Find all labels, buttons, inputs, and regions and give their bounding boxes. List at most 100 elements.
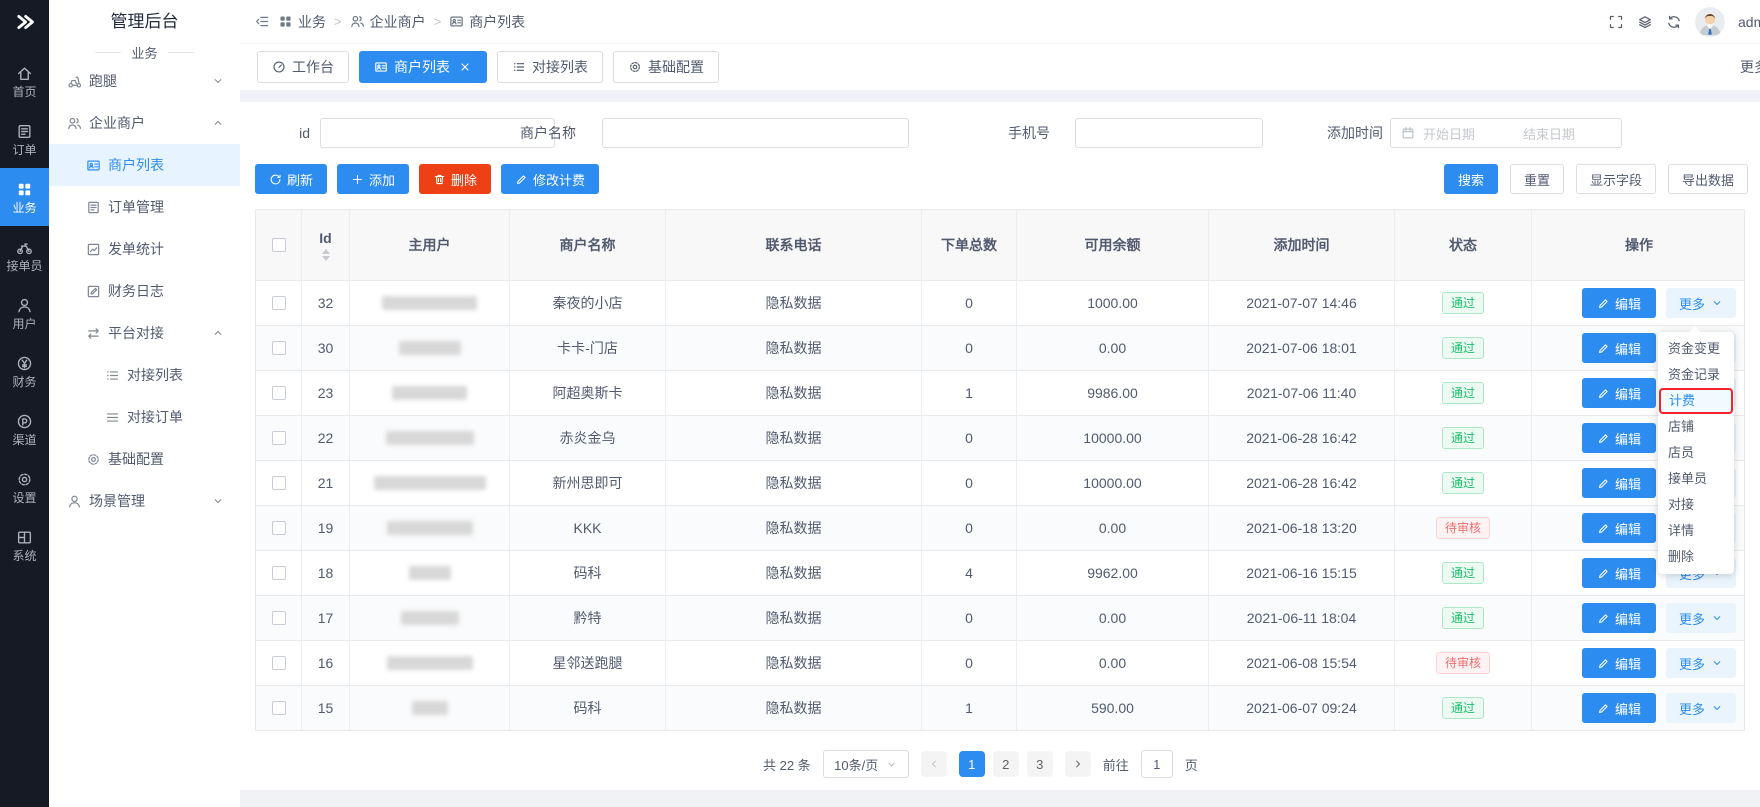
page-button-1[interactable]: 1: [959, 751, 985, 777]
page-button-2[interactable]: 2: [993, 751, 1019, 777]
col-header-id[interactable]: Id: [302, 210, 350, 280]
rail-item-channel[interactable]: 渠道: [0, 400, 49, 458]
sidebar-item-connect-orders[interactable]: 对接订单: [49, 396, 240, 438]
rail-item-settings[interactable]: 设置: [0, 458, 49, 516]
col-header: 联系电话: [666, 210, 922, 280]
row-checkbox[interactable]: [272, 566, 286, 580]
app-logo[interactable]: [0, 0, 49, 44]
sidebar-item-basic-config[interactable]: 基础配置: [49, 438, 240, 480]
modify-billing-button[interactable]: 修改计费: [501, 164, 599, 194]
sort-carets[interactable]: [322, 249, 330, 261]
sidebar-item-scene-management[interactable]: 场景管理: [49, 480, 240, 522]
edit-button[interactable]: 编辑: [1582, 648, 1656, 678]
edit-button[interactable]: 编辑: [1582, 513, 1656, 543]
dropdown-item-connect[interactable]: 对接: [1658, 492, 1734, 518]
add-button[interactable]: 添加: [337, 164, 409, 194]
row-checkbox[interactable]: [272, 611, 286, 625]
edit-button[interactable]: 编辑: [1582, 288, 1656, 318]
merchant-filter-input[interactable]: [602, 118, 909, 148]
row-checkbox[interactable]: [272, 341, 286, 355]
edit-button[interactable]: 编辑: [1582, 468, 1656, 498]
refresh-button[interactable]: 刷新: [255, 164, 327, 194]
breadcrumb-business[interactable]: 业务: [278, 12, 326, 32]
dropdown-item-billing[interactable]: 计费: [1659, 388, 1733, 414]
sidebar-item-platform-connect[interactable]: 平台对接: [49, 312, 240, 354]
edit-button[interactable]: 编辑: [1582, 378, 1656, 408]
dropdown-item-clerk[interactable]: 店员: [1658, 440, 1734, 466]
start-date-placeholder: 开始日期: [1423, 124, 1475, 143]
breadcrumb-label: 商户列表: [469, 12, 525, 32]
more-button[interactable]: 更多: [1666, 288, 1736, 318]
collapse-sidebar-icon[interactable]: [255, 14, 270, 29]
breadcrumb-enterprise-merchant[interactable]: 企业商户: [350, 12, 426, 32]
chevron-down-icon: [886, 759, 897, 770]
tabs-more-button[interactable]: 更多: [1740, 57, 1760, 77]
row-checkbox[interactable]: [272, 656, 286, 670]
rail-item-users[interactable]: 用户: [0, 284, 49, 342]
sidebar-item-order-management[interactable]: 订单管理: [49, 186, 240, 228]
avatar[interactable]: [1695, 7, 1725, 37]
breadcrumb-merchant-list[interactable]: 商户列表: [449, 12, 525, 32]
rail-item-system[interactable]: 系统: [0, 516, 49, 574]
dropdown-item-courier[interactable]: 接单员: [1658, 466, 1734, 492]
row-checkbox[interactable]: [272, 296, 286, 310]
edit-button[interactable]: 编辑: [1582, 558, 1656, 588]
sidebar-item-errand[interactable]: 跑腿: [49, 60, 240, 102]
dropdown-item-funds-record[interactable]: 资金记录: [1658, 362, 1734, 388]
row-checkbox[interactable]: [272, 476, 286, 490]
reset-button[interactable]: 重置: [1510, 164, 1564, 194]
delete-button[interactable]: 删除: [419, 164, 491, 194]
tab-basic-config[interactable]: 基础配置: [613, 51, 719, 83]
tab-connect-list[interactable]: 对接列表: [497, 51, 603, 83]
edit-button[interactable]: 编辑: [1582, 333, 1656, 363]
edit-button[interactable]: 编辑: [1582, 603, 1656, 633]
close-icon[interactable]: [458, 60, 472, 74]
more-button[interactable]: 更多: [1666, 603, 1736, 633]
sidebar-item-finance-log[interactable]: 财务日志: [49, 270, 240, 312]
cell-id: 17: [302, 596, 350, 640]
edit-button[interactable]: 编辑: [1582, 693, 1656, 723]
page-button-3[interactable]: 3: [1027, 751, 1053, 777]
select-all-checkbox[interactable]: [272, 238, 286, 252]
username[interactable]: admin: [1738, 14, 1760, 30]
rail-item-finance[interactable]: 财务: [0, 342, 49, 400]
next-page-button[interactable]: [1065, 751, 1091, 777]
sidebar-item-merchant-list[interactable]: 商户列表: [49, 144, 240, 186]
rail-item-home[interactable]: 首页: [0, 52, 49, 110]
tab-workbench[interactable]: 工作台: [257, 51, 349, 83]
rail-item-business[interactable]: 业务: [0, 168, 49, 226]
rail-item-courier[interactable]: 接单员: [0, 226, 49, 284]
rail-item-orders[interactable]: 订单: [0, 110, 49, 168]
phone-filter-input[interactable]: [1075, 118, 1263, 148]
export-data-button[interactable]: 导出数据: [1668, 164, 1748, 194]
row-checkbox[interactable]: [272, 386, 286, 400]
tab-merchant-list[interactable]: 商户列表: [359, 51, 487, 83]
fullscreen-icon[interactable]: [1608, 14, 1624, 30]
search-button[interactable]: 搜索: [1444, 164, 1498, 194]
edit-button[interactable]: 编辑: [1582, 423, 1656, 453]
more-button[interactable]: 更多: [1666, 648, 1736, 678]
refresh-page-icon[interactable]: [1666, 14, 1682, 30]
goto-page-input[interactable]: [1141, 750, 1173, 778]
app-title: 管理后台: [49, 0, 240, 44]
rail-item-label: 用户: [12, 318, 36, 330]
row-checkbox[interactable]: [272, 701, 286, 715]
dropdown-item-detail[interactable]: 详情: [1658, 518, 1734, 544]
sidebar-item-dispatch-stats[interactable]: 发单统计: [49, 228, 240, 270]
sidebar-item-enterprise-merchant[interactable]: 企业商户: [49, 102, 240, 144]
row-checkbox[interactable]: [272, 521, 286, 535]
breadcrumb: 业务 > 企业商户 > 商户列表: [255, 12, 525, 32]
dropdown-item-shop[interactable]: 店铺: [1658, 414, 1734, 440]
redacted-user: [386, 431, 474, 445]
sidebar-item-connect-list[interactable]: 对接列表: [49, 354, 240, 396]
prev-page-button[interactable]: [921, 751, 947, 777]
theme-icon[interactable]: [1637, 14, 1653, 30]
dropdown-item-funds-change[interactable]: 资金变更: [1658, 336, 1734, 362]
date-range-picker[interactable]: 开始日期 结束日期: [1390, 118, 1622, 148]
dropdown-item-delete[interactable]: 删除: [1658, 544, 1734, 570]
show-fields-button[interactable]: 显示字段: [1576, 164, 1656, 194]
sidebar-item-label: 跑腿: [89, 71, 117, 91]
more-button[interactable]: 更多: [1666, 693, 1736, 723]
row-checkbox[interactable]: [272, 431, 286, 445]
page-size-select[interactable]: 10条/页: [823, 750, 909, 778]
